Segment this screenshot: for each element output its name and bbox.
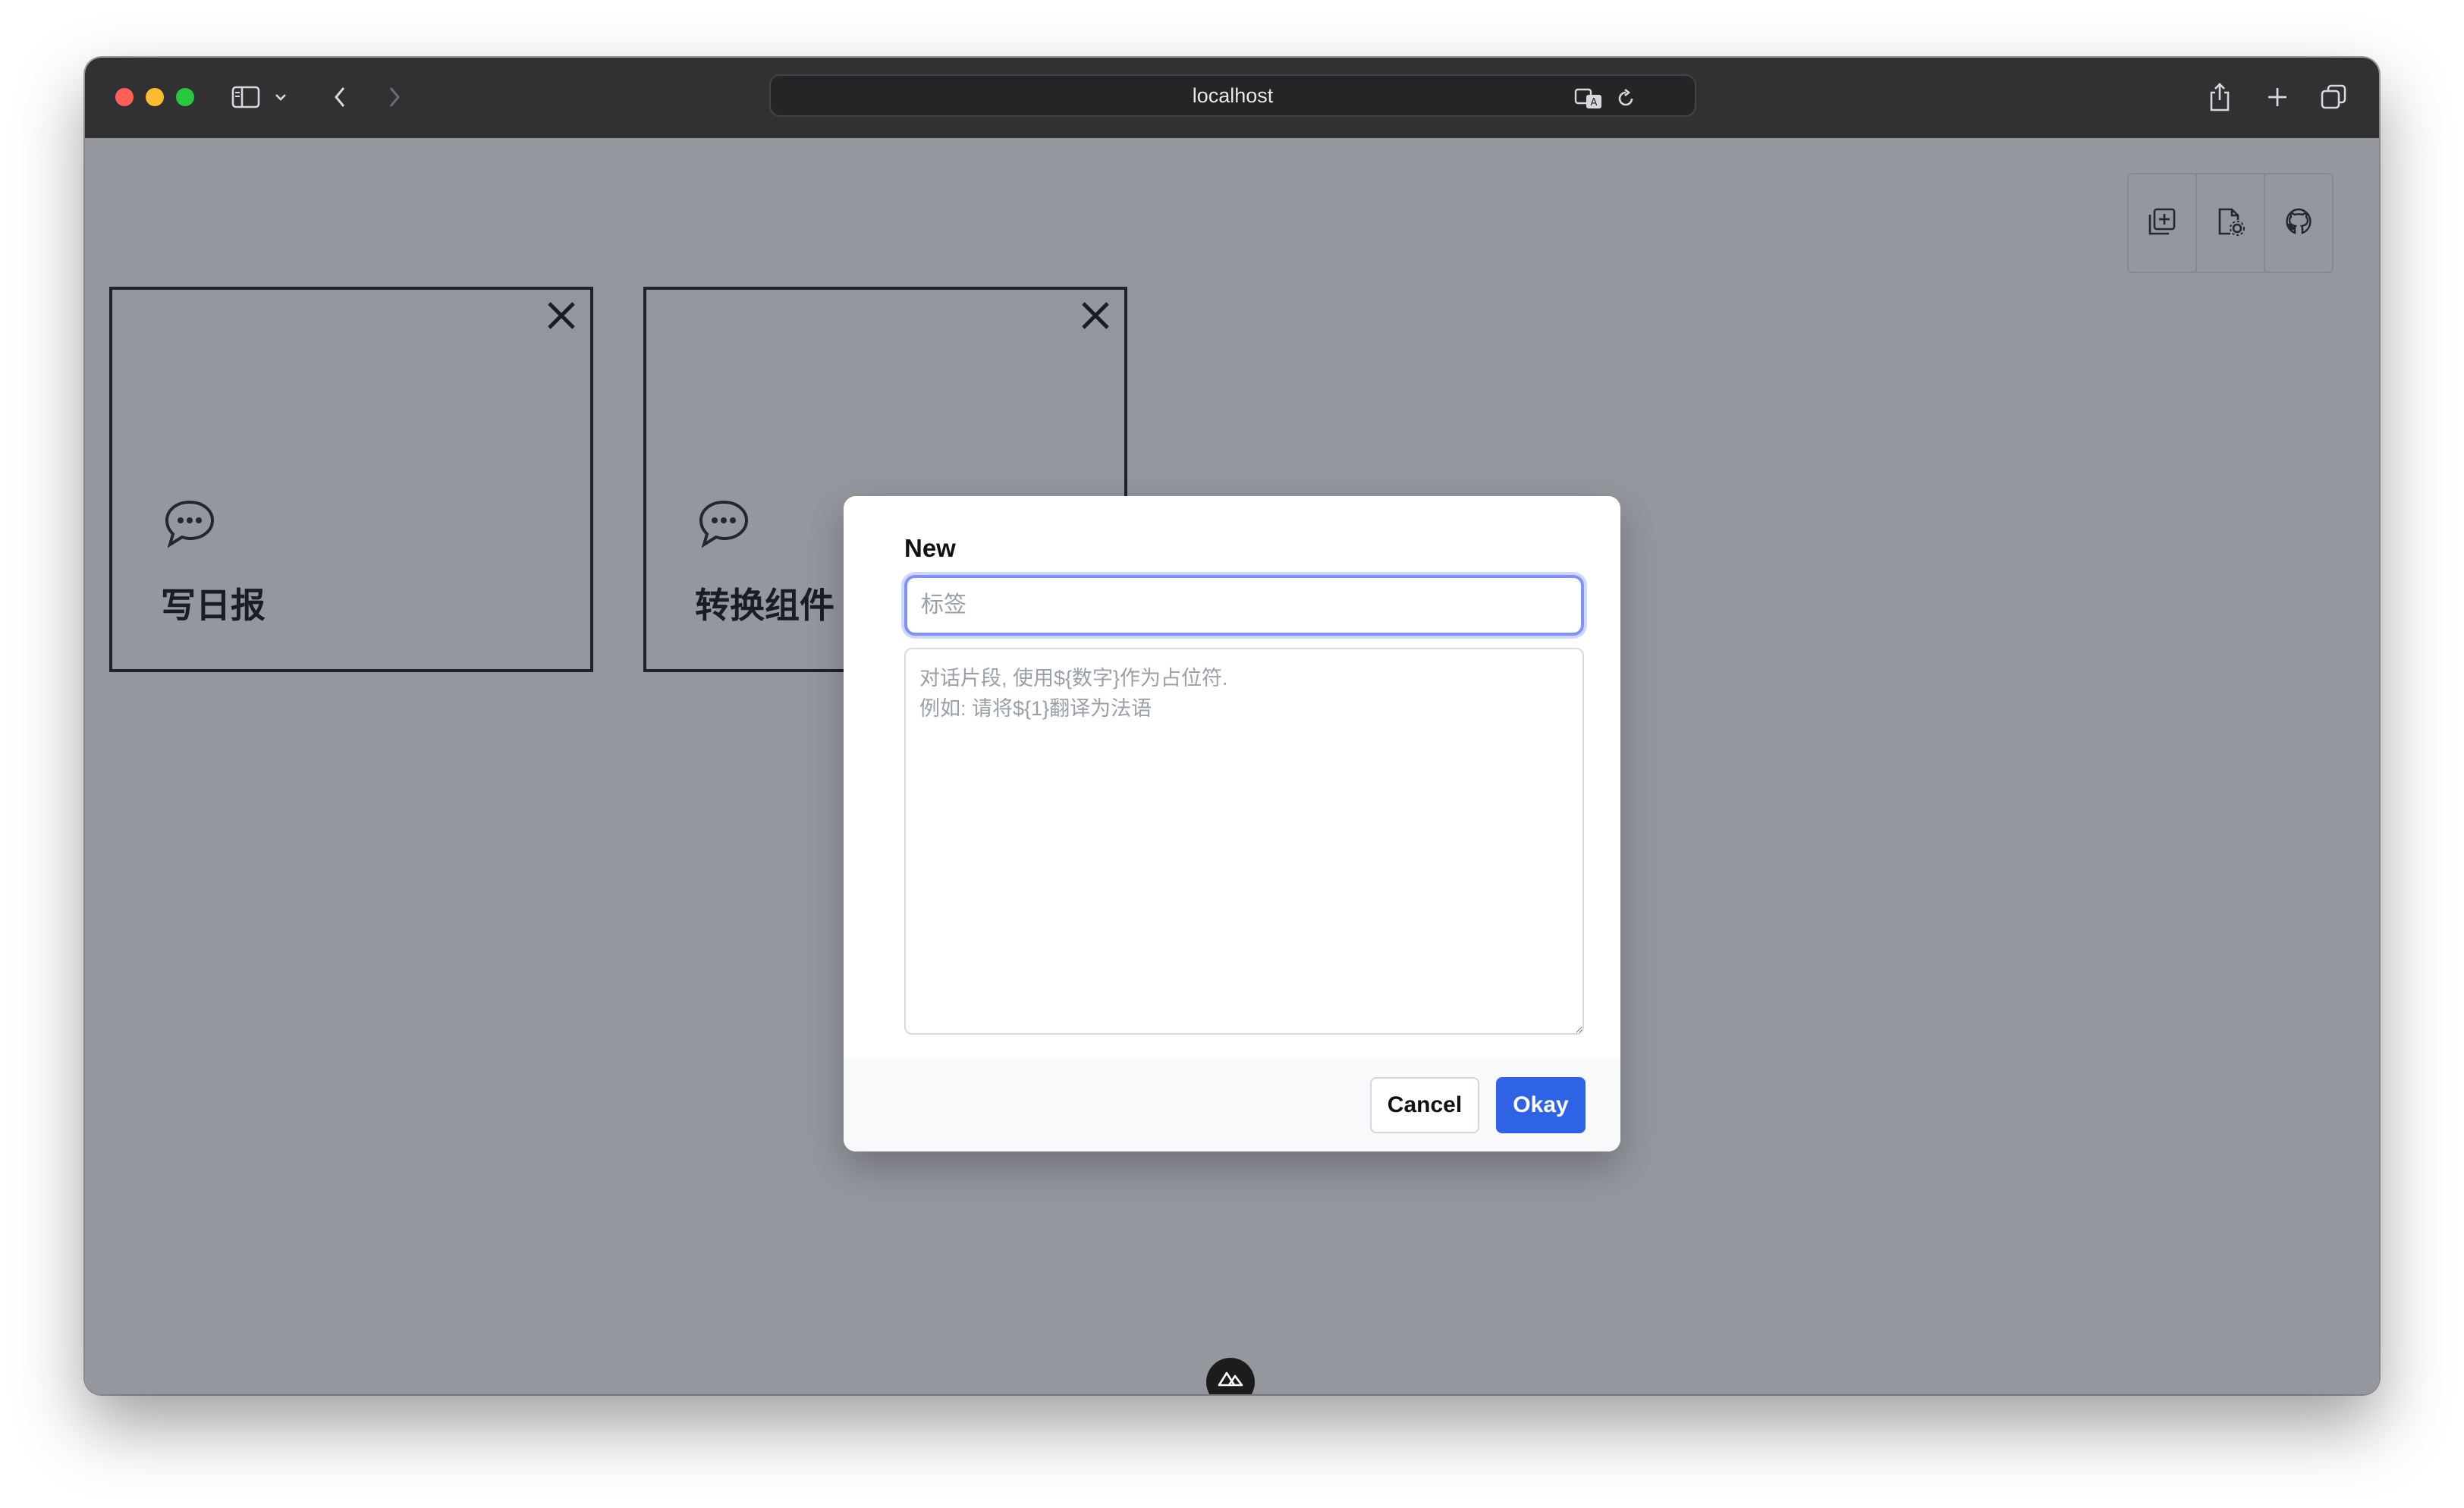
okay-button[interactable]: Okay [1496, 1077, 1586, 1133]
close-window-button[interactable] [115, 88, 134, 106]
reload-icon[interactable] [1614, 80, 1637, 117]
sidebar-icon[interactable] [229, 79, 262, 115]
zoom-window-button[interactable] [176, 88, 194, 106]
translate-icon[interactable]: A [1573, 80, 1605, 117]
page-content: 写日报 转换组件 New Cancel Okay [85, 138, 2379, 1394]
dialog-title: New [904, 534, 956, 562]
nuxt-logo-icon [1217, 1370, 1244, 1394]
new-tab-icon[interactable] [2262, 79, 2293, 115]
browser-window: localhost A 写日报 转换组件 New 标签 对话片段, 使用${数字… [85, 58, 2379, 1394]
prompt-textarea[interactable] [904, 648, 1584, 1035]
tag-input[interactable] [904, 575, 1584, 636]
svg-text:A: A [1591, 97, 1598, 108]
dialog-footer: Cancel Okay [844, 1059, 1620, 1151]
share-icon[interactable] [2205, 79, 2235, 115]
url-text: localhost [1192, 83, 1274, 107]
cancel-button[interactable]: Cancel [1370, 1077, 1479, 1133]
tab-overview-icon[interactable] [2318, 79, 2349, 115]
forward-icon[interactable] [381, 79, 408, 115]
browser-titlebar: localhost A [85, 58, 2379, 140]
address-bar[interactable]: localhost A [769, 74, 1696, 117]
back-icon[interactable] [326, 79, 354, 115]
chevron-down-icon[interactable] [272, 79, 290, 115]
minimize-window-button[interactable] [146, 88, 164, 106]
new-prompt-dialog: New Cancel Okay [844, 496, 1620, 1151]
